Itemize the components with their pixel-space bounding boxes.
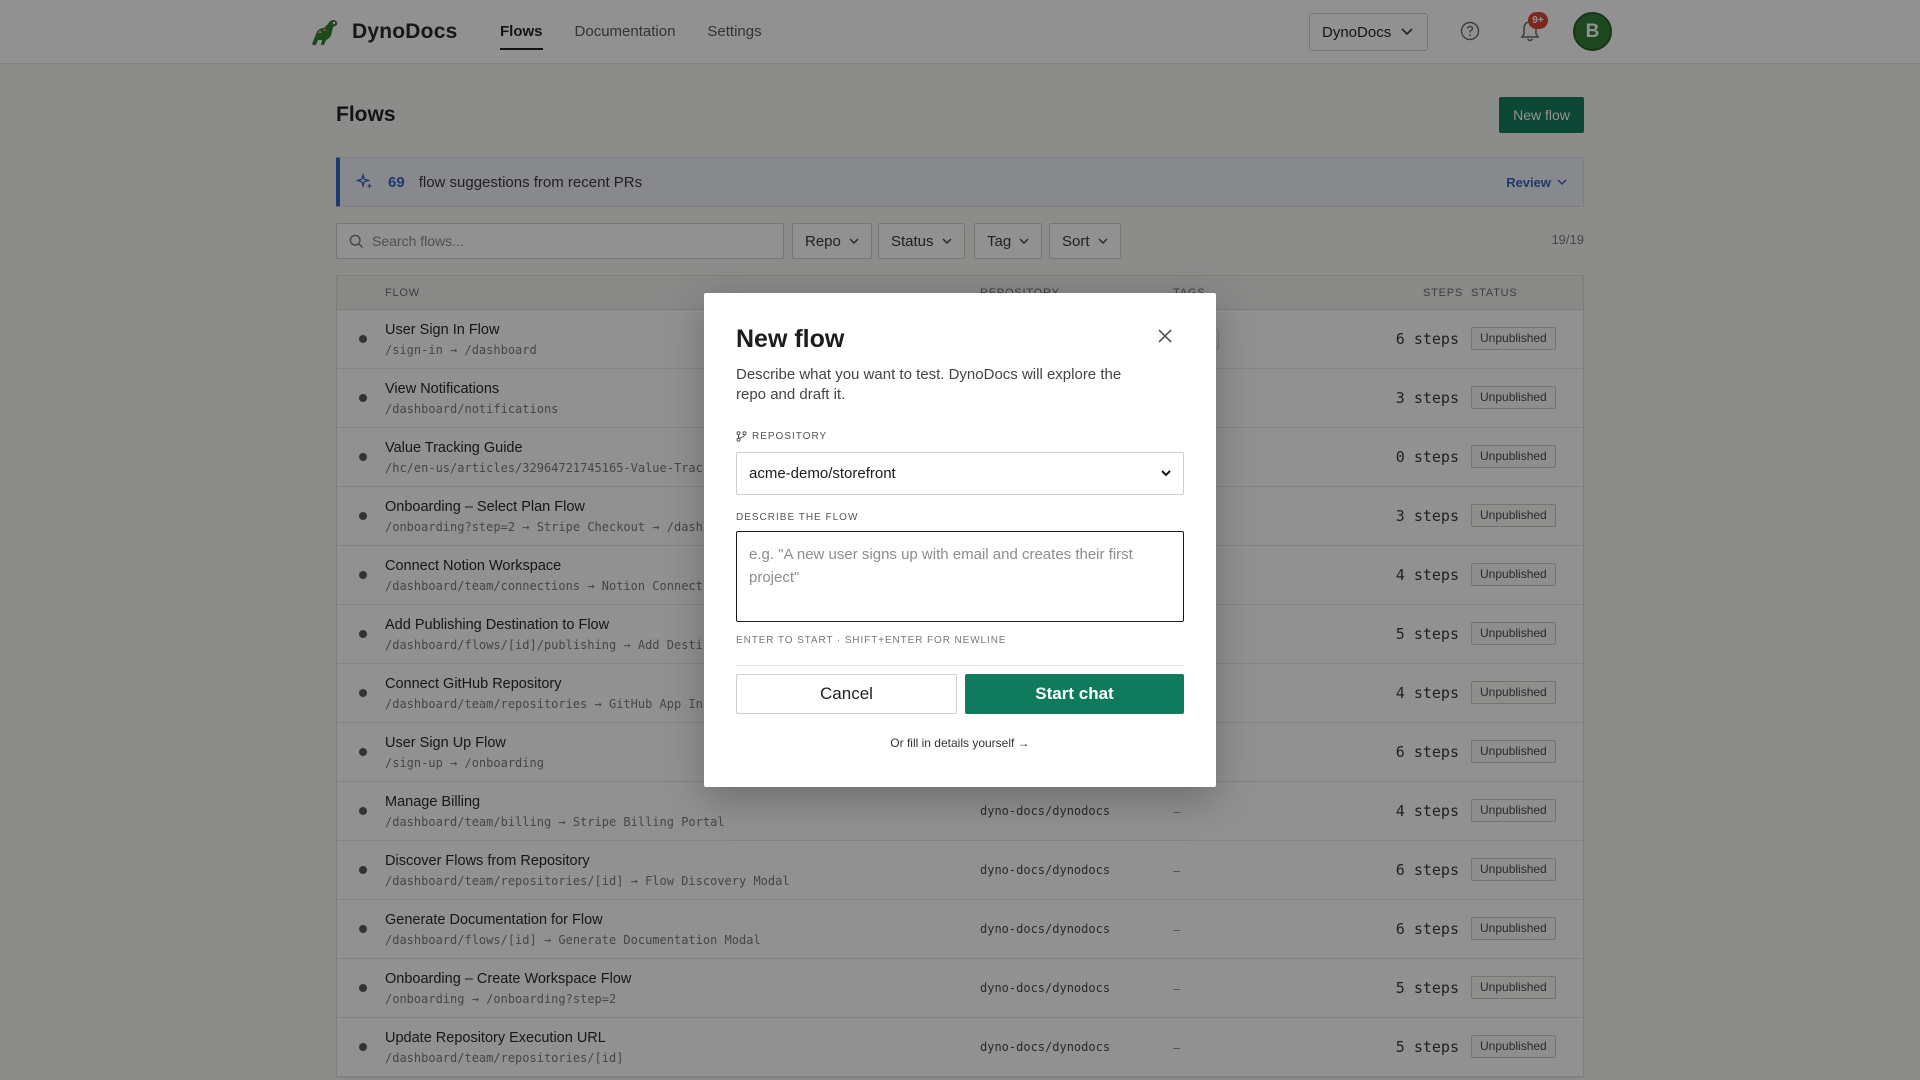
cancel-button[interactable]: Cancel — [736, 674, 957, 714]
start-chat-button[interactable]: Start chat — [965, 674, 1184, 714]
repository-value: acme-demo/storefront — [749, 465, 896, 482]
git-branch-icon — [736, 431, 747, 442]
new-flow-modal: New flow Describe what you want to test.… — [704, 293, 1216, 787]
fill-details-link[interactable]: Or fill in details yourself → — [704, 736, 1216, 750]
close-icon[interactable] — [1156, 327, 1174, 345]
keyboard-hint: ENTER TO START · SHIFT+ENTER FOR NEWLINE — [736, 635, 1007, 646]
repository-select[interactable]: acme-demo/storefront — [736, 452, 1184, 495]
modal-title: New flow — [736, 325, 845, 353]
describe-label: DESCRIBE THE FLOW — [736, 512, 859, 523]
modal-divider — [736, 665, 1184, 666]
describe-flow-input[interactable] — [736, 531, 1184, 622]
repository-label: REPOSITORY — [736, 431, 827, 442]
repository-label-text: REPOSITORY — [752, 431, 828, 442]
chevron-down-icon — [1161, 470, 1171, 477]
modal-description: Describe what you want to test. DynoDocs… — [736, 366, 1122, 403]
